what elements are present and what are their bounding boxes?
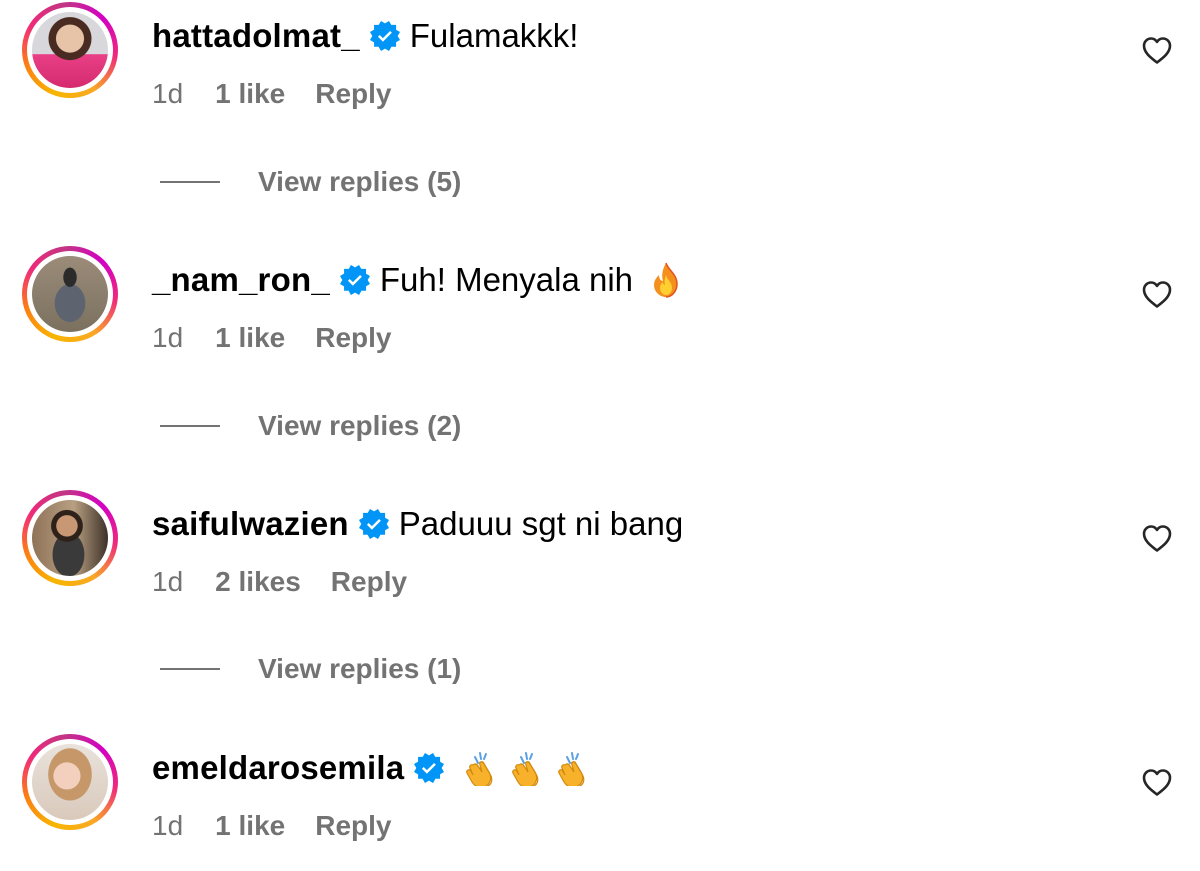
likes-count[interactable]: 2 likes — [215, 566, 301, 598]
clapping-hands-emoji-icon — [466, 750, 500, 786]
view-replies-button[interactable]: View replies (1) — [160, 653, 461, 685]
heart-outline-icon[interactable] — [1142, 280, 1172, 308]
view-replies-button[interactable]: View replies (5) — [160, 166, 461, 198]
view-replies-label: View replies (2) — [258, 410, 462, 441]
likes-count[interactable]: 1 like — [215, 78, 285, 110]
comment-meta: 1d 1 like Reply — [152, 810, 391, 842]
comment-item: saifulwazien Paduuu sgt ni bang 1d 2 lik… — [0, 488, 1200, 598]
reply-button[interactable]: Reply — [315, 810, 391, 842]
avatar-photo — [32, 256, 108, 332]
avatar-border — [27, 251, 113, 337]
reply-button[interactable]: Reply — [315, 78, 391, 110]
verified-badge-icon — [359, 509, 389, 539]
avatar[interactable] — [22, 2, 118, 98]
verified-badge-icon — [340, 265, 370, 295]
view-replies-label: View replies (5) — [258, 166, 462, 197]
comment-header: saifulwazien Paduuu sgt ni bang — [152, 504, 683, 544]
avatar-photo — [32, 500, 108, 576]
comment-header: _nam_ron_ Fuh! Menyala nih — [152, 260, 683, 300]
view-replies-label: View replies (1) — [258, 653, 462, 684]
clapping-hands-emoji-icon — [512, 750, 546, 786]
avatar[interactable] — [22, 246, 118, 342]
clapping-hands-emoji-icon — [558, 750, 592, 786]
avatar-border — [27, 495, 113, 581]
comment-meta: 1d 1 like Reply — [152, 322, 391, 354]
comment-header: emeldarosemila — [152, 748, 592, 788]
comment-text: Paduuu sgt ni bang — [398, 505, 684, 542]
fire-emoji-icon — [649, 262, 683, 298]
likes-count[interactable]: 1 like — [215, 322, 285, 354]
username[interactable]: emeldarosemila — [152, 749, 404, 787]
comment-meta: 1d 2 likes Reply — [152, 566, 407, 598]
heart-outline-icon[interactable] — [1142, 524, 1172, 552]
comment-text: Fuh! Menyala nih — [379, 261, 634, 298]
comment-time[interactable]: 1d — [152, 78, 183, 110]
comment-text: Fulamakkk! — [409, 17, 579, 54]
username[interactable]: hattadolmat_ — [152, 17, 360, 55]
avatar[interactable] — [22, 490, 118, 586]
username[interactable]: saifulwazien — [152, 505, 349, 543]
heart-outline-icon[interactable] — [1142, 768, 1172, 796]
reply-button[interactable]: Reply — [315, 322, 391, 354]
view-replies-button[interactable]: View replies (2) — [160, 410, 461, 442]
view-replies-divider — [160, 425, 220, 427]
comment-header: hattadolmat_ Fulamakkk! — [152, 16, 578, 56]
avatar-photo — [32, 12, 108, 88]
comment-meta: 1d 1 like Reply — [152, 78, 391, 110]
avatar[interactable] — [22, 734, 118, 830]
likes-count[interactable]: 1 like — [215, 810, 285, 842]
comment-item: hattadolmat_ Fulamakkk! 1d 1 like Reply — [0, 0, 1200, 110]
view-replies-divider — [160, 181, 220, 183]
comment-item: emeldarosemila 1d 1 like Reply — [0, 732, 1200, 842]
comment-item: _nam_ron_ Fuh! Menyala nih 1d 1 like Rep… — [0, 244, 1200, 354]
reply-button[interactable]: Reply — [331, 566, 407, 598]
view-replies-divider — [160, 668, 220, 670]
comment-time[interactable]: 1d — [152, 810, 183, 842]
avatar-border — [27, 739, 113, 825]
username[interactable]: _nam_ron_ — [152, 261, 330, 299]
avatar-photo — [32, 744, 108, 820]
comment-time[interactable]: 1d — [152, 566, 183, 598]
comment-time[interactable]: 1d — [152, 322, 183, 354]
heart-outline-icon[interactable] — [1142, 36, 1172, 64]
verified-badge-icon — [414, 753, 444, 783]
avatar-border — [27, 7, 113, 93]
verified-badge-icon — [370, 21, 400, 51]
